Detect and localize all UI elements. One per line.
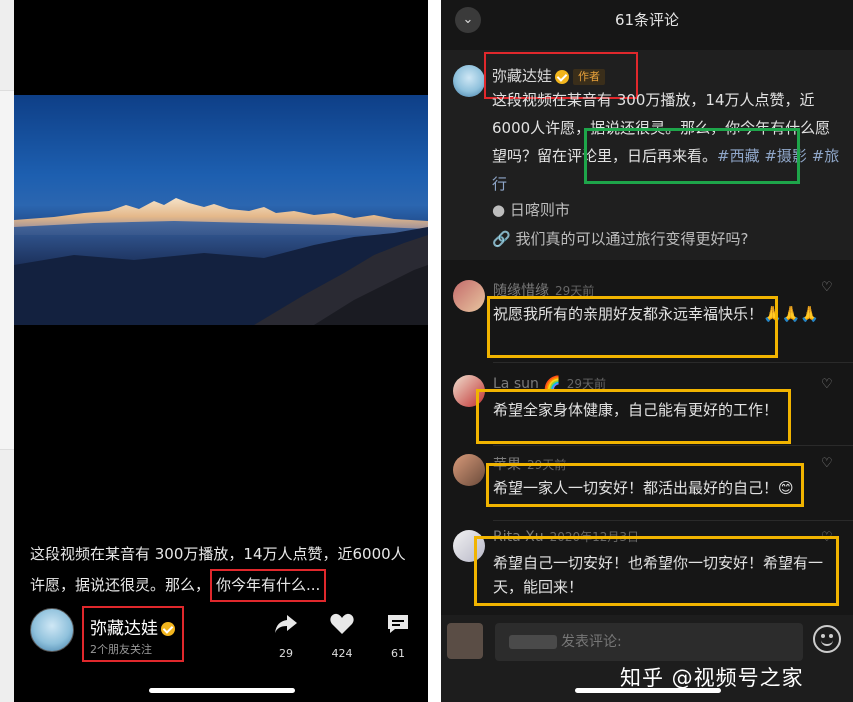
yellow-highlight-box (476, 389, 791, 444)
post-link[interactable]: 🔗 我们真的可以通过旅行变得更好吗? (492, 228, 748, 249)
avatar[interactable] (453, 280, 485, 312)
share-count: 29 (279, 647, 293, 660)
caption-highlight[interactable]: 你今年有什么... (210, 569, 327, 602)
like-button[interactable]: 424 (322, 612, 362, 660)
location-text: 日喀则市 (509, 201, 570, 219)
home-indicator[interactable] (149, 688, 295, 693)
yellow-highlight-box (474, 536, 839, 606)
like-count: 424 (331, 647, 353, 660)
verified-badge-icon (555, 69, 570, 84)
background-page-strip (0, 0, 14, 702)
avatar[interactable] (453, 65, 485, 97)
input-placeholder: 发表评论: (561, 634, 622, 650)
mountain-landscape-image (14, 198, 428, 325)
author-tag: 作者 (573, 68, 606, 85)
link-icon: 🔗 (492, 230, 511, 248)
verified-badge-icon (161, 622, 175, 636)
avatar[interactable] (447, 623, 483, 659)
comment-input[interactable]: 发表评论: (495, 623, 803, 661)
post-location[interactable]: ● 日喀则市 (492, 199, 570, 220)
home-indicator[interactable] (575, 688, 721, 693)
heart-icon[interactable]: ♡ (821, 280, 833, 295)
green-highlight-box (584, 128, 800, 184)
share-button[interactable]: 29 (266, 612, 306, 660)
avatar[interactable] (30, 608, 74, 652)
comments-header: ⌄ 61条评论 (441, 0, 853, 40)
comment-count: 61 (391, 647, 405, 660)
heart-icon[interactable]: ♡ (821, 377, 833, 392)
comment-icon (385, 612, 411, 641)
author-info-box[interactable]: 弥藏达娃 2个朋友关注 (82, 606, 184, 662)
comments-title: 61条评论 (614, 11, 680, 29)
comments-screen: ⌄ 61条评论 弥藏达娃 作者 这段视频在某音有 300万播放，14万人点赞，近6… (441, 0, 853, 702)
video-frame[interactable] (14, 95, 428, 325)
author-name[interactable]: 弥藏达娃 (90, 619, 158, 639)
author-post: 弥藏达娃 作者 这段视频在某音有 300万播放，14万人点赞，近6000人许愿，据… (441, 50, 853, 260)
avatar[interactable] (453, 454, 485, 486)
share-icon (273, 612, 299, 641)
yellow-highlight-box (486, 463, 804, 507)
post-author-name[interactable]: 弥藏达娃 (492, 67, 552, 85)
followers-text: 2个朋友关注 (90, 643, 152, 656)
divider (493, 362, 853, 363)
blurred-username (509, 635, 557, 649)
video-caption: 这段视频在某音有 300万播放，14万人点赞，近6000人许愿，据说还很灵。那么… (30, 540, 410, 602)
divider (493, 445, 853, 446)
divider (493, 520, 853, 521)
emoji-icon[interactable] (813, 625, 841, 653)
heart-icon[interactable]: ♡ (821, 456, 833, 471)
heart-icon (329, 612, 355, 641)
yellow-highlight-box (487, 296, 778, 358)
comment-button[interactable]: 61 (378, 612, 418, 660)
location-icon: ● (492, 201, 506, 219)
video-player-screen: 这段视频在某音有 300万播放，14万人点赞，近6000人许愿，据说还很灵。那么… (14, 0, 428, 702)
link-text: 我们真的可以通过旅行变得更好吗? (515, 230, 749, 248)
